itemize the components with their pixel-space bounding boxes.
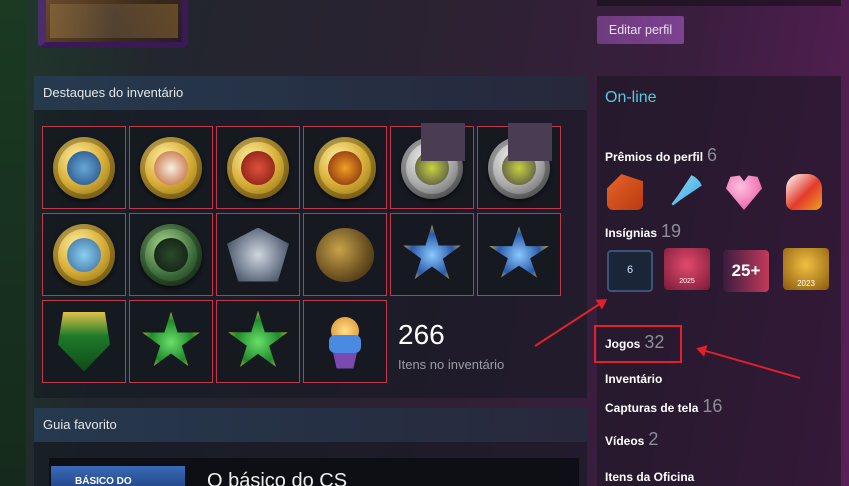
left-margin <box>0 0 26 486</box>
profile-sidebar: On-line Prêmios do perfil 6 Insígnias 19 6… <box>597 76 841 486</box>
videos-label: Vídeos <box>605 434 645 448</box>
inventory-item-5[interactable] <box>390 123 474 209</box>
screenshots-count: 16 <box>702 396 723 416</box>
inventory-showcase-header: Destaques do inventário <box>34 76 587 110</box>
award-heart-icon[interactable] <box>726 175 762 210</box>
inventory-item-16[interactable] <box>303 300 387 383</box>
online-status: On-line <box>605 89 657 106</box>
games-highlight-box <box>594 325 682 363</box>
inventory-item-3[interactable] <box>216 126 300 209</box>
profile-awards-count: 6 <box>707 145 718 165</box>
steam-replay-2023-badge[interactable]: 2023 <box>783 248 829 290</box>
award-comet-icon[interactable] <box>667 174 703 210</box>
inventory-item-14[interactable] <box>129 300 213 383</box>
badges-label: Insígnias <box>605 226 658 240</box>
inventory-item-4[interactable] <box>303 126 387 209</box>
inventory-item-10[interactable] <box>303 213 387 296</box>
inventory-showcase: Destaques do inventário 266 Itens no inv… <box>34 76 587 398</box>
profile-awards-link[interactable]: Prêmios do perfil 6 <box>605 145 717 166</box>
years-of-service-badge[interactable]: 6 <box>607 250 653 292</box>
inventory-link[interactable]: Inventário <box>605 372 662 386</box>
award-lantern-icon[interactable] <box>607 174 643 210</box>
steam-replay-2025-badge[interactable]: 2025 <box>664 248 710 290</box>
inventory-item-7[interactable] <box>42 213 126 296</box>
guide-thumbnail[interactable]: BÁSICO DO <box>51 466 185 486</box>
inventory-item-8[interactable] <box>129 213 213 296</box>
guide-thumbnail-text: BÁSICO DO <box>75 476 132 486</box>
profile-header-edge <box>597 0 841 6</box>
profile-awards-label: Prêmios do perfil <box>605 150 704 164</box>
workshop-items-link[interactable]: Itens da Oficina <box>605 470 694 484</box>
profile-avatar <box>38 0 188 48</box>
inventory-item-11[interactable] <box>390 213 474 296</box>
inventory-item-2[interactable] <box>129 126 213 209</box>
level-25-badge[interactable]: 25+ <box>723 250 769 292</box>
favorite-guide-showcase: Guia favorito BÁSICO DO O básico do CS <box>34 408 587 486</box>
edit-profile-button[interactable]: Editar perfil <box>597 16 684 44</box>
favorite-guide-header: Guia favorito <box>34 408 587 442</box>
badges-count: 19 <box>661 221 682 241</box>
redaction-mask <box>421 123 465 161</box>
inventory-item-12[interactable] <box>477 213 561 296</box>
videos-link[interactable]: Vídeos 2 <box>605 429 658 450</box>
redaction-mask <box>508 123 552 161</box>
inventory-count-label[interactable]: Itens no inventário <box>398 357 504 372</box>
videos-count: 2 <box>648 429 659 449</box>
inventory-item-9[interactable] <box>216 213 300 296</box>
screenshots-link[interactable]: Capturas de tela 16 <box>605 396 722 417</box>
inventory-item-13[interactable] <box>42 300 126 383</box>
screenshots-label: Capturas de tela <box>605 401 699 415</box>
inventory-count[interactable]: 266 <box>398 319 445 351</box>
award-rooster-icon[interactable] <box>786 174 822 210</box>
badges-link[interactable]: Insígnias 19 <box>605 221 681 242</box>
inventory-item-6[interactable] <box>477 123 561 209</box>
guide-card[interactable]: BÁSICO DO O básico do CS <box>49 458 579 486</box>
inventory-item-15[interactable] <box>216 300 300 383</box>
inventory-item-1[interactable] <box>42 126 126 209</box>
guide-title[interactable]: O básico do CS <box>207 470 347 486</box>
